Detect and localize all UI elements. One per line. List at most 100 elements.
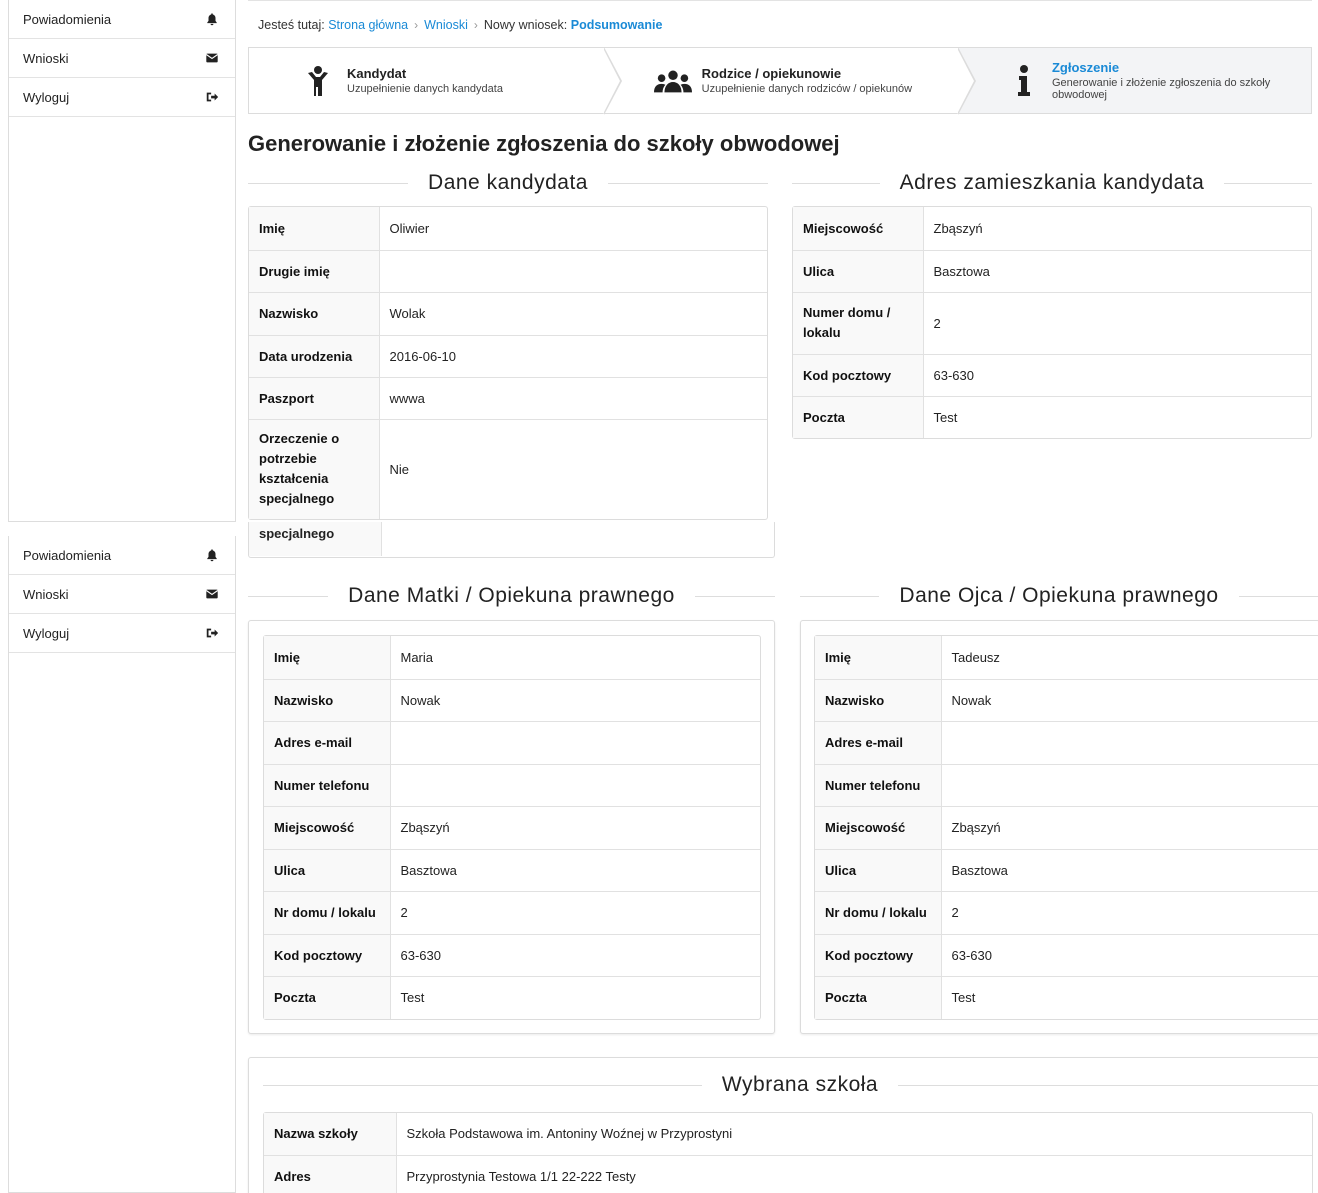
table-row: Nazwisko Nowak — [815, 679, 1318, 722]
row-key: Poczta — [793, 396, 924, 438]
step-chevron — [957, 47, 977, 115]
breadcrumb-requests-link[interactable]: Wnioski — [424, 18, 468, 32]
row-key: Poczta — [815, 976, 942, 1019]
table-row: Nazwisko Nowak — [264, 679, 760, 722]
section-title: Dane kandydata — [428, 171, 588, 194]
row-value: 63-630 — [923, 354, 1311, 397]
wizard-step-parents[interactable]: Rodzice / opiekunowie Uzupełnienie danyc… — [604, 47, 977, 115]
row-key: Drugie imię — [249, 250, 380, 293]
section-heading-mother: Dane Matki / Opiekuna prawnego — [248, 581, 775, 611]
bell-icon — [205, 12, 219, 26]
row-value — [941, 764, 1318, 807]
wizard-step-title: Rodzice / opiekunowie — [701, 66, 842, 81]
envelope-icon — [205, 51, 219, 65]
table-row: Adres e-mail — [264, 721, 760, 765]
sidebar-item-logout[interactable]: Wyloguj — [9, 78, 235, 117]
row-key: Nazwisko — [249, 292, 380, 336]
table-row: Poczta Test — [793, 396, 1311, 438]
row-value — [379, 250, 767, 293]
table-row: Kod pocztowy 63-630 — [815, 934, 1318, 977]
table-row: Nr domu / lokalu 2 — [815, 891, 1318, 935]
row-key: Nr domu / lokalu — [264, 891, 391, 935]
table-row: Numer domu / lokalu 2 — [793, 292, 1311, 355]
table-row: Drugie imię — [249, 250, 767, 293]
breadcrumb-current: Podsumowanie — [570, 17, 663, 32]
table-row: Kod pocztowy 63-630 — [264, 934, 760, 977]
row-value: Zbąszyń — [390, 806, 760, 850]
row-key: Imię — [249, 207, 380, 251]
sidebar-item-label: Wyloguj — [23, 625, 70, 641]
school-table: Nazwa szkoły Szkoła Podstawowa im. Antoni… — [264, 1113, 1312, 1193]
row-key: Imię — [815, 636, 942, 680]
step-chevron — [602, 47, 622, 115]
table-row: Miejscowość Zbąszyń — [793, 207, 1311, 251]
row-key: Nazwisko — [264, 679, 391, 722]
users-icon — [653, 69, 692, 93]
section-heading-address: Adres zamieszkania kandydata — [792, 168, 1313, 198]
row-value: 2016-06-10 — [379, 335, 767, 378]
row-key: Numer telefonu — [264, 764, 391, 807]
row-value: Szkoła Podstawowa im. Antoniny Woźnej w … — [396, 1113, 1312, 1156]
viewport-top: Powiadomienia Wnioski Wyloguj Jesteś tut… — [0, 0, 1318, 522]
main-content: Jesteś tutaj: Strona główna › Wnioski › … — [248, 0, 1313, 522]
envelope-icon — [205, 587, 219, 601]
mother-table-card: Imię Maria Nazwisko Nowak Adres e-mail Num… — [263, 635, 761, 1020]
row-value: Zbąszyń — [923, 207, 1311, 251]
table-row: Orzeczenie o potrzebie kształcenia specj… — [249, 419, 767, 519]
row-key: Paszport — [249, 377, 380, 420]
wizard-step-candidate[interactable]: Kandydat Uzupełnienie danych kandydata — [249, 47, 622, 115]
sidebar-item-requests[interactable]: Wnioski — [9, 39, 235, 78]
sidebar-item-notifications[interactable]: Powiadomienia — [9, 536, 235, 575]
row-value: 2 — [390, 891, 760, 935]
section-title: Dane Ojca / Opiekuna prawnego — [899, 584, 1219, 607]
breadcrumb-home-link[interactable]: Strona główna — [328, 18, 408, 32]
row-value: Oliwier — [379, 207, 767, 251]
father-table-card: Imię Tadeusz Nazwisko Nowak Adres e-mail N… — [814, 635, 1318, 1020]
row-value: Test — [400, 990, 425, 1006]
table-row: Nr domu / lokalu 2 — [264, 891, 760, 935]
sidebar-item-label: Wyloguj — [23, 89, 70, 105]
row-value: Przyprostynia Testowa 1/1 22-222 Testy — [406, 1168, 636, 1184]
table-row: Imię Oliwier — [249, 207, 767, 251]
table-row: Ulica Basztowa — [815, 849, 1318, 892]
row-value: Basztowa — [390, 849, 760, 892]
wizard-steps: Kandydat Uzupełnienie danych kandydata R… — [248, 47, 1312, 115]
row-key: Kod pocztowy — [264, 934, 391, 977]
row-value: Maria — [390, 636, 760, 680]
table-row: Numer telefonu — [815, 764, 1318, 807]
address-table: Miejscowość Zbąszyń Ulica Basztowa Numer d… — [793, 207, 1311, 438]
table-row: Numer telefonu — [264, 764, 760, 807]
row-key: Ulica — [815, 849, 942, 892]
section-heading-candidate: Dane kandydata — [248, 168, 769, 198]
row-value: Basztowa — [941, 849, 1318, 892]
sidebar-item-notifications[interactable]: Powiadomienia — [9, 0, 235, 39]
sidebar: Powiadomienia Wnioski Wyloguj — [8, 536, 236, 1193]
table-row: Nazwa szkoły Szkoła Podstawowa im. Antoni… — [264, 1113, 1312, 1156]
table-row: Imię Tadeusz — [815, 636, 1318, 680]
mother-panel: Imię Maria Nazwisko Nowak Adres e-mail Num… — [248, 620, 775, 1034]
table-row: Ulica Basztowa — [793, 250, 1311, 293]
wizard-step-title: Kandydat — [347, 66, 407, 81]
row-value: Tadeusz — [941, 636, 1318, 680]
row-key: Adres e-mail — [815, 721, 942, 765]
sidebar-item-logout[interactable]: Wyloguj — [9, 614, 235, 653]
main-content: specjalnego Dane Matki / Opiekuna prawne… — [248, 522, 1318, 1193]
row-key: Numer telefonu — [815, 764, 942, 807]
table-row: Ulica Basztowa — [264, 849, 760, 892]
wizard-step-submission[interactable]: Zgłoszenie Generowanie i złożenie zgłosz… — [958, 48, 1312, 113]
row-value: 63-630 — [941, 934, 1318, 977]
row-value: Nie — [389, 461, 410, 477]
mother-table: Imię Maria Nazwisko Nowak Adres e-mail Num… — [264, 636, 760, 1019]
sidebar: Powiadomienia Wnioski Wyloguj — [8, 0, 236, 522]
school-table-card: Nazwa szkoły Szkoła Podstawowa im. Antoni… — [263, 1112, 1313, 1193]
sign-out-icon — [205, 626, 219, 640]
father-table: Imię Tadeusz Nazwisko Nowak Adres e-mail N… — [815, 636, 1318, 1019]
row-key: Adres — [264, 1155, 397, 1193]
sidebar-item-requests[interactable]: Wnioski — [9, 575, 235, 614]
row-value: Wolak — [379, 292, 767, 336]
school-panel: Wybrana szkoła Nazwa szkoły Szkoła Podsta… — [248, 1057, 1318, 1193]
table-row: Data urodzenia 2016-06-10 — [249, 335, 767, 378]
breadcrumb-prefix: Jesteś tutaj: — [258, 17, 325, 32]
child-icon — [299, 65, 337, 97]
breadcrumb: Jesteś tutaj: Strona główna › Wnioski › … — [248, 0, 1312, 48]
